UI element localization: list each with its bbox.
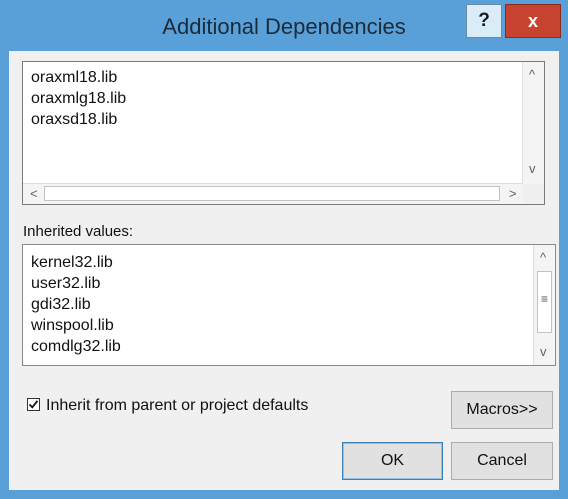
cancel-button[interactable]: Cancel [451, 442, 553, 480]
list-item: gdi32.lib [31, 296, 91, 313]
editor-text[interactable]: oraxml18.lib oraxmlg18.lib oraxsd18.lib [31, 67, 126, 130]
help-button[interactable]: ? [466, 4, 502, 38]
editor-line: oraxmlg18.lib [31, 90, 127, 107]
editor-line: oraxml18.lib [31, 69, 118, 86]
close-button[interactable]: x [505, 4, 561, 38]
ok-button[interactable]: OK [342, 442, 443, 480]
scroll-up-arrow-icon[interactable]: ^ [529, 68, 535, 82]
inherited-vertical-scrollbar[interactable]: ^ ≡ v [533, 245, 555, 365]
checkmark-icon [28, 400, 39, 409]
scroll-down-arrow-icon[interactable]: v [540, 345, 547, 359]
editor-horizontal-scrollbar[interactable]: < > [23, 183, 523, 204]
scroll-right-arrow-icon[interactable]: > [509, 187, 517, 201]
inherit-checkbox[interactable] [27, 398, 40, 412]
title-bar[interactable]: Additional Dependencies ? x [1, 1, 567, 51]
list-item: comdlg32.lib [31, 338, 121, 355]
dialog-body: oraxml18.lib oraxmlg18.lib oraxsd18.lib … [9, 51, 559, 490]
list-item: kernel32.lib [31, 254, 113, 271]
editor-line-text: oraxsd18.lib [31, 111, 118, 128]
editor-vertical-scrollbar[interactable]: ^ v [522, 62, 544, 184]
scrollbar-corner [523, 184, 544, 204]
grip-icon: ≡ [540, 292, 548, 306]
inherit-checkbox-label: Inherit from parent or project defaults [46, 397, 309, 414]
scroll-down-arrow-icon[interactable]: v [529, 162, 536, 176]
horizontal-scroll-thumb[interactable] [44, 186, 500, 201]
dialog-window: Additional Dependencies ? x oraxml18.lib… [0, 0, 568, 499]
editor-line: oraxsd18.lib [31, 109, 126, 130]
list-item: winspool.lib [31, 317, 114, 334]
list-item: user32.lib [31, 275, 101, 292]
vertical-scroll-thumb[interactable]: ≡ [537, 271, 552, 333]
scroll-up-arrow-icon[interactable]: ^ [540, 251, 546, 265]
inherit-checkbox-row[interactable]: Inherit from parent or project defaults [27, 397, 308, 415]
inherited-values-list[interactable]: kernel32.lib user32.lib gdi32.lib winspo… [22, 244, 556, 366]
scroll-left-arrow-icon[interactable]: < [30, 187, 38, 201]
close-icon: x [527, 11, 538, 31]
inherited-values-label: Inherited values: [23, 223, 134, 240]
macros-button[interactable]: Macros>> [451, 391, 553, 429]
dependencies-editor[interactable]: oraxml18.lib oraxmlg18.lib oraxsd18.lib … [22, 61, 545, 205]
